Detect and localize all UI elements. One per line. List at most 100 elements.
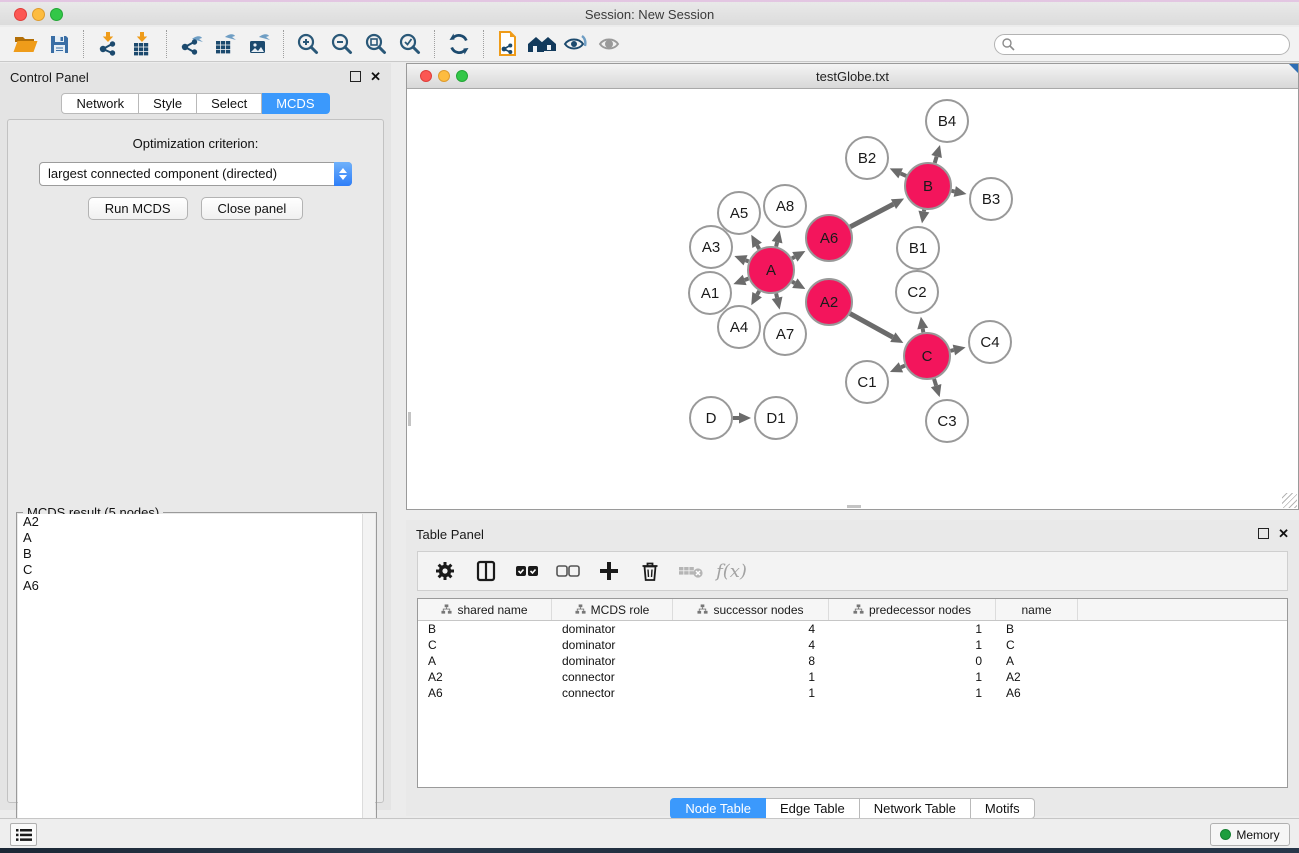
export-image-button[interactable] bbox=[242, 29, 276, 59]
graph-edge-B-B4[interactable] bbox=[935, 157, 937, 163]
close-panel-icon[interactable]: ✕ bbox=[1278, 526, 1289, 542]
resize-grip[interactable] bbox=[1282, 493, 1297, 508]
tab-network[interactable]: Network bbox=[61, 93, 139, 114]
close-panel-button[interactable]: Close panel bbox=[201, 197, 304, 220]
export-network-button[interactable] bbox=[174, 29, 208, 59]
table-cell[interactable]: A2 bbox=[996, 669, 1078, 685]
graph-edge-A-A2[interactable] bbox=[792, 282, 795, 284]
memory-button[interactable]: Memory bbox=[1210, 823, 1290, 846]
table-cell[interactable]: 4 bbox=[673, 637, 829, 653]
table-cell[interactable]: A2 bbox=[418, 669, 552, 685]
table-cell[interactable]: dominator bbox=[552, 621, 673, 637]
table-cell[interactable]: 8 bbox=[673, 653, 829, 669]
mcds-result-item[interactable]: A2 bbox=[18, 514, 375, 530]
zoom-fit-button[interactable] bbox=[359, 29, 393, 59]
show-graphics-details-button[interactable] bbox=[559, 29, 593, 59]
tab-mcds[interactable]: MCDS bbox=[262, 93, 329, 114]
float-panel-icon[interactable] bbox=[1258, 528, 1269, 539]
table-settings-button[interactable] bbox=[426, 554, 463, 588]
graph-edge-B-B3[interactable] bbox=[952, 191, 955, 192]
table-row[interactable]: Cdominator41C bbox=[418, 637, 1287, 653]
table-cell[interactable]: B bbox=[418, 621, 552, 637]
table-cell[interactable]: dominator bbox=[552, 653, 673, 669]
table-cell[interactable]: connector bbox=[552, 669, 673, 685]
graph-edge-C-C3[interactable] bbox=[934, 379, 936, 386]
clone-network-button[interactable] bbox=[491, 29, 525, 59]
mcds-result-item[interactable]: A bbox=[18, 530, 375, 546]
column-header-name[interactable]: name bbox=[996, 599, 1078, 620]
table-row[interactable]: A2connector11A2 bbox=[418, 669, 1287, 685]
graph-edge-A2-C[interactable] bbox=[850, 314, 893, 338]
table-row[interactable]: A6connector11A6 bbox=[418, 685, 1287, 701]
table-cell[interactable]: 1 bbox=[829, 685, 996, 701]
delete-column-button[interactable] bbox=[631, 554, 668, 588]
table-cell[interactable]: 1 bbox=[829, 621, 996, 637]
close-panel-icon[interactable]: ✕ bbox=[370, 69, 381, 85]
tab-motifs[interactable]: Motifs bbox=[971, 798, 1035, 819]
graph-edge-A-A7[interactable] bbox=[776, 293, 777, 297]
table-cell[interactable]: 1 bbox=[829, 637, 996, 653]
import-table-button[interactable] bbox=[125, 29, 159, 59]
graph-edge-A-A6[interactable] bbox=[792, 257, 795, 259]
save-session-button[interactable] bbox=[42, 29, 76, 59]
graph-edge-C-C2[interactable] bbox=[923, 329, 924, 333]
deselect-all-button[interactable] bbox=[549, 554, 586, 588]
table-row[interactable]: Bdominator41B bbox=[418, 621, 1287, 637]
search-input[interactable] bbox=[1016, 36, 1289, 53]
table-cell[interactable]: dominator bbox=[552, 637, 673, 653]
graph-edge-A-A1[interactable] bbox=[745, 278, 749, 279]
column-header-successor-nodes[interactable]: successor nodes bbox=[673, 599, 829, 620]
open-file-button[interactable] bbox=[8, 29, 42, 59]
tab-network-table[interactable]: Network Table bbox=[860, 798, 971, 819]
add-column-button[interactable] bbox=[590, 554, 627, 588]
network-canvas[interactable]: B4B2BB3A5A8A6B1A3AC2A1A2A4A7C4CC1C3DD1 bbox=[407, 89, 1298, 509]
column-header-predecessor-nodes[interactable]: predecessor nodes bbox=[829, 599, 996, 620]
table-cell[interactable]: A bbox=[996, 653, 1078, 669]
function-builder-button[interactable]: f(x) bbox=[713, 554, 750, 588]
splitter-grip[interactable] bbox=[408, 412, 411, 426]
criterion-dropdown[interactable]: largest connected component (directed) bbox=[39, 162, 352, 186]
graph-edge-C-C1[interactable] bbox=[901, 366, 905, 368]
tab-edge-table[interactable]: Edge Table bbox=[766, 798, 860, 819]
graph-edge-A-A8[interactable] bbox=[776, 242, 777, 246]
tab-node-table[interactable]: Node Table bbox=[670, 798, 766, 819]
zoom-in-button[interactable] bbox=[291, 29, 325, 59]
import-network-button[interactable] bbox=[91, 29, 125, 59]
tab-select[interactable]: Select bbox=[197, 93, 262, 114]
run-mcds-button[interactable]: Run MCDS bbox=[88, 197, 188, 220]
export-table-button[interactable] bbox=[208, 29, 242, 59]
table-cell[interactable]: 1 bbox=[673, 669, 829, 685]
graph-edge-A-A3[interactable] bbox=[746, 260, 749, 261]
delete-table-button[interactable] bbox=[672, 554, 709, 588]
hide-graphics-details-button[interactable] bbox=[593, 29, 627, 59]
table-row[interactable]: Adominator80A bbox=[418, 653, 1287, 669]
zoom-out-button[interactable] bbox=[325, 29, 359, 59]
column-header-MCDS-role[interactable]: MCDS role bbox=[552, 599, 673, 620]
mcds-result-item[interactable]: C bbox=[18, 562, 375, 578]
home-button[interactable] bbox=[525, 29, 559, 59]
table-cell[interactable]: 1 bbox=[673, 685, 829, 701]
tab-style[interactable]: Style bbox=[139, 93, 197, 114]
task-history-button[interactable] bbox=[10, 823, 37, 846]
refresh-button[interactable] bbox=[442, 29, 476, 59]
network-window-titlebar[interactable]: testGlobe.txt bbox=[407, 64, 1298, 89]
table-cell[interactable]: A bbox=[418, 653, 552, 669]
graph-edge-B-B2[interactable] bbox=[901, 173, 907, 176]
table-cell[interactable]: C bbox=[996, 637, 1078, 653]
splitter-grip[interactable] bbox=[847, 505, 861, 508]
graph-edge-C-C4[interactable] bbox=[950, 350, 953, 351]
mcds-result-item[interactable]: A6 bbox=[18, 578, 375, 594]
float-panel-icon[interactable] bbox=[350, 71, 361, 82]
select-all-button[interactable] bbox=[508, 554, 545, 588]
table-cell[interactable]: A6 bbox=[996, 685, 1078, 701]
result-scrollbar[interactable] bbox=[362, 514, 375, 847]
graph-edge-A6-B[interactable] bbox=[850, 204, 893, 227]
table-cell[interactable]: 4 bbox=[673, 621, 829, 637]
table-cell[interactable]: 1 bbox=[829, 669, 996, 685]
table-cell[interactable]: B bbox=[996, 621, 1078, 637]
table-cell[interactable]: 0 bbox=[829, 653, 996, 669]
table-cell[interactable]: A6 bbox=[418, 685, 552, 701]
table-cell[interactable]: C bbox=[418, 637, 552, 653]
column-header-shared-name[interactable]: shared name bbox=[418, 599, 552, 620]
zoom-selected-button[interactable] bbox=[393, 29, 427, 59]
